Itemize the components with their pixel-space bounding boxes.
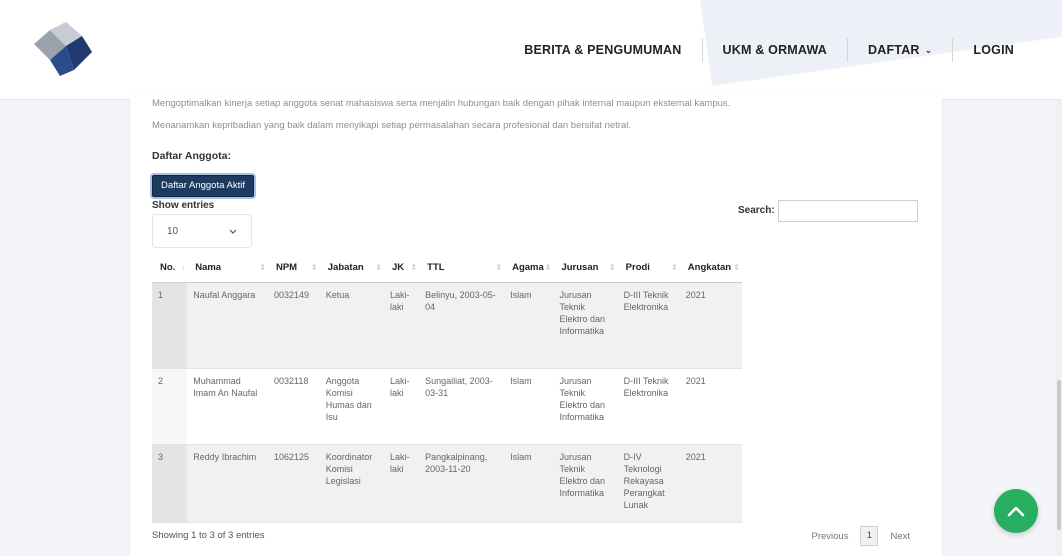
entries-select[interactable]: 10 <box>152 214 252 248</box>
arrow-up-icon <box>1007 506 1025 517</box>
col-label: No. <box>160 262 176 274</box>
cell-jurusan: Jurusan Teknik Elektro dan Informatika <box>553 444 618 523</box>
col-header-ttl[interactable]: TTL ⇕ <box>419 254 505 283</box>
col-label: Prodi <box>625 262 650 274</box>
chevron-down-icon: ⌄ <box>924 45 933 55</box>
col-header-agama[interactable]: Agama ⇕ <box>504 254 554 283</box>
col-header-jabatan[interactable]: Jabatan ⇕ <box>319 254 384 283</box>
chevron-down-icon <box>229 229 237 234</box>
table-info: Showing 1 to 3 of 3 entries <box>152 530 265 541</box>
sort-icon: ⇕ <box>375 263 382 272</box>
sort-icon: ⇕ <box>608 263 616 272</box>
sort-icon: ⇕ <box>544 263 552 272</box>
cell-angkatan: 2021 <box>679 368 742 445</box>
nav-ukm-label: UKM & ORMAWA <box>722 43 827 57</box>
cell-jk: Laki-laki <box>383 368 420 445</box>
scroll-to-top-button[interactable] <box>994 489 1038 533</box>
col-label: JK <box>391 262 405 274</box>
col-header-jurusan[interactable]: Jurusan ⇕ <box>553 254 618 283</box>
next-button[interactable]: Next <box>884 531 916 542</box>
nav-daftar-label: DAFTAR <box>868 43 920 57</box>
members-section-label: Daftar Anggota: <box>152 150 231 162</box>
nav-daftar[interactable]: DAFTAR ⌄ <box>848 36 952 64</box>
cell-jabatan: Anggota Komisi Humas dan Isu <box>319 368 384 445</box>
col-label: Nama <box>195 262 222 274</box>
col-header-nama[interactable]: Nama ⇕ <box>187 254 268 283</box>
search-input[interactable] <box>778 200 918 222</box>
table-row[interactable]: 2 Muhammad Imam An Naufal 0032118 Anggot… <box>152 368 742 445</box>
cell-angkatan: 2021 <box>679 444 742 523</box>
previous-button[interactable]: Previous <box>805 531 854 542</box>
members-table: No. ↑ Nama ⇕ NPM ⇕ Jabatan ⇕ JK ⇕ TTL ⇕ Agama ⇕… <box>152 254 742 523</box>
cell-npm: 0032118 <box>267 368 320 445</box>
pagination: Previous 1 Next <box>805 526 916 546</box>
nav-berita-label: BERITA & PENGUMUMAN <box>524 43 682 57</box>
cell-agama: Islam <box>504 444 554 523</box>
table-header-row: No. ↑ Nama ⇕ NPM ⇕ Jabatan ⇕ JK ⇕ TTL ⇕ Agama ⇕… <box>152 254 742 283</box>
sort-icon: ⇕ <box>495 263 503 272</box>
col-label: Angkatan <box>687 262 732 274</box>
cell-jabatan: Ketua <box>319 282 384 369</box>
col-label: NPM <box>275 262 298 274</box>
entries-value: 10 <box>167 225 179 237</box>
mission-paragraph-1: Mengoptimalkan kinerja setiap anggota se… <box>152 98 731 109</box>
logo-icon[interactable] <box>30 22 94 78</box>
cell-npm: 0032149 <box>267 282 320 369</box>
cell-no: 1 <box>152 282 188 369</box>
content-card: Mengoptimalkan kinerja setiap anggota se… <box>130 90 942 556</box>
cell-no: 2 <box>152 368 188 445</box>
col-header-jk[interactable]: JK ⇕ <box>383 254 420 283</box>
cell-npm: 1062125 <box>267 444 320 523</box>
cell-jurusan: Jurusan Teknik Elektro dan Informatika <box>553 282 618 369</box>
cell-prodi: D-III Teknik Elektronika <box>617 282 680 369</box>
site-header: BERITA & PENGUMUMAN UKM & ORMAWA DAFTAR ⌄… <box>0 0 1062 100</box>
cell-jk: Laki-laki <box>383 282 420 369</box>
nav-login[interactable]: LOGIN <box>953 36 1034 64</box>
col-label: Jurusan <box>561 262 599 274</box>
mission-paragraph-2: Menanamkan kepribadian yang baik dalam m… <box>152 120 631 131</box>
cell-prodi: D-III Teknik Elektronika <box>617 368 680 445</box>
show-entries-label: Show entries <box>152 200 215 211</box>
cell-nama: Naufal Anggara <box>187 282 268 369</box>
cell-agama: Islam <box>504 368 554 445</box>
page-scrollbar[interactable] <box>1056 100 1062 556</box>
scrollbar-thumb[interactable] <box>1057 380 1061 530</box>
cell-prodi: D-IV Teknologi Rekayasa Perangkat Lunak <box>617 444 680 523</box>
sort-icon: ⇕ <box>733 263 740 272</box>
cell-jabatan: Koordinator Komisi Legislasi <box>319 444 384 523</box>
cell-jurusan: Jurusan Teknik Elektro dan Informatika <box>553 368 618 445</box>
cell-jk: Laki-laki <box>383 444 420 523</box>
cell-nama: Reddy Ibrachim <box>187 444 268 523</box>
col-label: Agama <box>512 262 544 274</box>
sort-icon: ⇕ <box>259 263 266 272</box>
sort-icon: ↑ <box>181 263 186 272</box>
cell-ttl: Belinyu, 2003-05-04 <box>419 282 505 369</box>
sort-icon: ⇕ <box>311 263 318 272</box>
col-header-prodi[interactable]: Prodi ⇕ <box>617 254 680 283</box>
main-nav: BERITA & PENGUMUMAN UKM & ORMAWA DAFTAR ⌄… <box>504 36 1034 64</box>
page-1-button[interactable]: 1 <box>860 526 879 546</box>
active-members-button[interactable]: Daftar Anggota Aktif <box>152 175 254 197</box>
cell-agama: Islam <box>504 282 554 369</box>
nav-login-label: LOGIN <box>973 43 1014 57</box>
cell-ttl: Sungailiat, 2003-03-31 <box>419 368 505 445</box>
sort-icon: ⇕ <box>410 263 418 272</box>
cell-ttl: Pangkalpinang, 2003-11-20 <box>419 444 505 523</box>
cell-nama: Muhammad Imam An Naufal <box>187 368 268 445</box>
col-label: TTL <box>427 262 445 274</box>
sort-icon: ⇕ <box>671 263 678 272</box>
table-row[interactable]: 3 Reddy Ibrachim 1062125 Koordinator Kom… <box>152 444 742 523</box>
search-label: Search: <box>738 205 775 216</box>
table-row[interactable]: 1 Naufal Anggara 0032149 Ketua Laki-laki… <box>152 282 742 369</box>
cell-no: 3 <box>152 444 188 523</box>
col-header-angkatan[interactable]: Angkatan ⇕ <box>679 254 742 283</box>
col-header-npm[interactable]: NPM ⇕ <box>267 254 320 283</box>
nav-berita[interactable]: BERITA & PENGUMUMAN <box>504 36 701 64</box>
cell-angkatan: 2021 <box>679 282 742 369</box>
col-label: Jabatan <box>327 262 364 274</box>
nav-ukm[interactable]: UKM & ORMAWA <box>703 36 847 64</box>
col-header-no[interactable]: No. ↑ <box>152 254 188 283</box>
